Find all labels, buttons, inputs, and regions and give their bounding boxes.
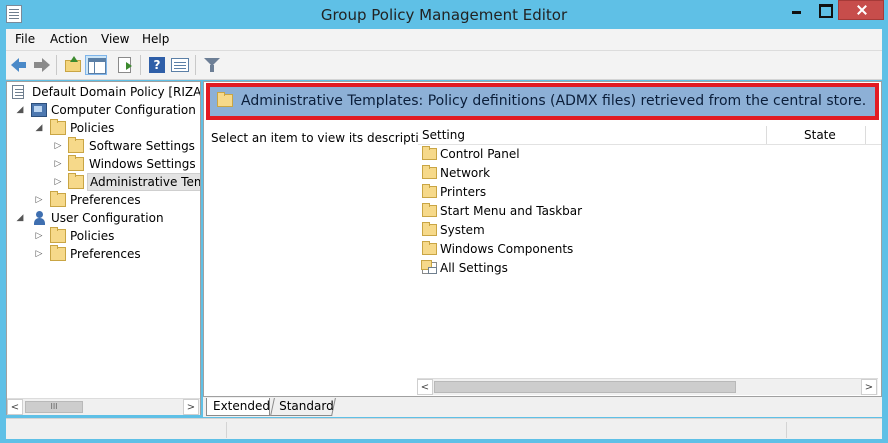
scroll-right-arrow-icon[interactable]: > [861,379,877,395]
list-item-label: Control Panel [440,147,520,161]
user-icon [31,211,47,225]
properties-icon [171,58,189,72]
tree-item-label: Policies [70,229,115,243]
show-hide-tree-button[interactable] [85,55,107,75]
forward-button[interactable] [31,55,53,75]
minimize-button[interactable] [783,0,811,20]
computer-icon [31,103,47,117]
title-bar: Group Policy Management Editor [0,0,888,28]
tab-standard[interactable]: Standard [270,398,336,416]
folder-icon [422,241,437,255]
tree-item-label: Administrative Temp [87,173,200,191]
details-horizontal-scrollbar[interactable]: < > [417,378,878,395]
scroll-left-arrow-icon[interactable]: < [417,379,433,395]
show-hide-tree-icon [88,58,106,74]
menu-bar: File Action View Help [6,29,882,51]
menu-file[interactable]: File [15,32,35,46]
scroll-left-arrow-icon[interactable]: < [7,399,23,415]
collapse-arrow-icon[interactable]: ▷ [53,155,63,173]
tree-item-label: Software Settings [89,139,195,153]
menu-action[interactable]: Action [50,32,88,46]
collapse-arrow-icon[interactable]: ▷ [34,191,44,209]
list-column-header: Setting State [418,126,881,145]
tab-extended[interactable]: Extended [206,398,270,416]
list-item-label: All Settings [440,261,508,275]
properties-button[interactable] [169,55,191,75]
folder-icon [50,227,66,243]
column-divider[interactable] [865,126,866,144]
up-folder-icon [65,56,81,72]
folder-icon [68,155,84,171]
status-bar [6,418,882,439]
view-tabs: Extended Standard [203,397,882,417]
tree-item-label: Preferences [70,247,141,261]
tree-item-label: User Configuration [51,211,164,225]
details-pane: Administrative Templates: Policy definit… [203,81,882,397]
help-icon: ? [149,57,165,73]
expand-arrow-icon[interactable]: ◢ [34,119,44,137]
back-button[interactable] [9,55,31,75]
app-window: Group Policy Management Editor File Acti… [0,0,888,443]
column-divider[interactable] [766,126,767,144]
tab-standard-label: Standard [279,399,334,413]
menu-view[interactable]: View [101,32,129,46]
expand-arrow-icon[interactable]: ◢ [15,101,25,119]
export-list-icon [118,57,132,73]
filter-icon [204,58,220,72]
list-item-label: System [440,223,485,237]
policy-doc-icon [12,85,24,99]
folder-icon [68,137,84,153]
tree-item-label: Policies [70,121,115,135]
close-button[interactable] [838,0,884,20]
collapse-arrow-icon[interactable]: ▷ [34,245,44,263]
scroll-right-arrow-icon[interactable]: > [183,399,199,415]
console-tree: Default Domain Policy [RIZA.CC ◢ Compute… [6,81,201,415]
window-title: Group Policy Management Editor [320,6,568,24]
toolbar-separator [140,55,141,75]
details-header-text: Administrative Templates: Policy definit… [241,93,867,109]
collapse-arrow-icon[interactable]: ▷ [34,227,44,245]
folder-icon [50,119,66,135]
list-item-label: Start Menu and Taskbar [440,204,583,218]
filter-button[interactable] [201,55,223,75]
tree-horizontal-scrollbar[interactable]: < III > [7,398,200,415]
folder-icon [50,191,66,207]
collapse-arrow-icon[interactable]: ▷ [53,173,63,191]
toolbar: ? [6,51,882,80]
scrollbar-thumb[interactable]: III [25,401,83,413]
expand-arrow-icon[interactable]: ◢ [15,209,25,227]
list-item-label: Windows Components [440,242,574,256]
column-header-setting[interactable]: Setting [422,128,465,142]
tree-item-label: Computer Configuration [51,103,196,117]
tree-item-label: Preferences [70,193,141,207]
menu-help[interactable]: Help [142,32,169,46]
folder-icon [422,146,437,160]
maximize-button[interactable] [811,0,838,20]
status-divider [786,422,787,438]
collapse-arrow-icon[interactable]: ▷ [53,137,63,155]
folder-icon [422,165,437,179]
up-one-level-button[interactable] [62,55,84,75]
column-header-state[interactable]: State [804,128,836,142]
toolbar-separator [195,55,196,75]
details-header-highlighted: Administrative Templates: Policy definit… [206,83,879,120]
status-divider [226,422,227,438]
folder-icon [68,173,84,189]
toolbar-separator [56,55,57,75]
description-text: Select an item to view its description. [211,131,438,145]
folder-icon [422,222,437,236]
list-item-label: Network [440,166,491,180]
tree-item-label: Default Domain Policy [RIZA.CC [32,85,201,99]
folder-icon [422,203,437,217]
help-button[interactable]: ? [146,55,168,75]
folder-icon [422,184,437,198]
folder-icon [50,245,66,261]
list-item-label: Printers [440,185,487,199]
scrollbar-thumb[interactable] [434,381,736,393]
all-settings-icon [421,260,437,274]
tree-item-label: Windows Settings [89,157,196,171]
export-list-button[interactable] [115,55,137,75]
folder-icon [217,92,233,107]
